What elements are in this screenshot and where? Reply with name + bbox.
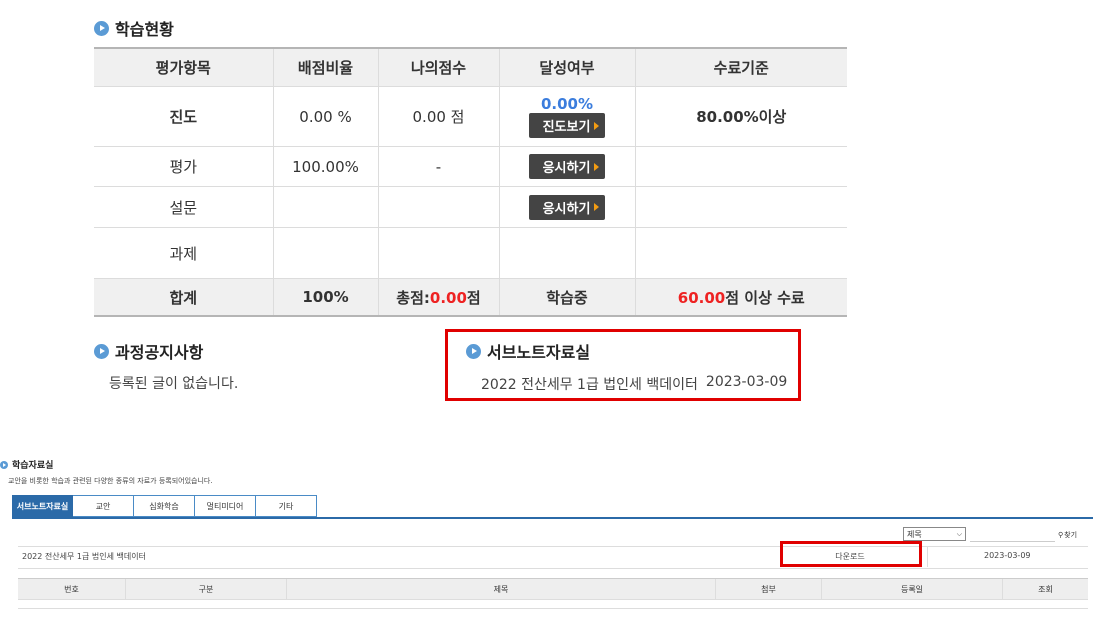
column-title: 제목 [287, 579, 716, 599]
status-title-text: 학습현황 [115, 20, 174, 39]
survey-score [377, 186, 500, 228]
header-criteria: 수료기준 [634, 47, 847, 87]
view-progress-label: 진도보기 [542, 120, 591, 135]
assignment-ratio [272, 227, 379, 279]
tab-etc[interactable]: 기타 [256, 495, 317, 517]
search-button-label: 찾기 [1064, 531, 1078, 539]
library-table-header: 번호 구분 제목 첨부 등록일 조회 [18, 578, 1088, 600]
assignment-achieved [498, 227, 636, 279]
grade-header-row: 평가항목 배점비율 나의점수 달성여부 수료기준 [94, 47, 847, 87]
total-ratio: 100% [272, 278, 379, 317]
header-score: 나의점수 [377, 47, 500, 87]
take-exam-button[interactable]: 응시하기 [528, 154, 606, 179]
column-category: 구분 [126, 579, 287, 599]
total-label: 합계 [94, 278, 274, 317]
tab-advanced[interactable]: 심화학습 [134, 495, 195, 517]
total-score: 총점:0.00점 [377, 278, 500, 317]
tab-subnote[interactable]: 서브노트자료실 [12, 495, 73, 517]
tab-multimedia[interactable]: 멀티미디어 [195, 495, 256, 517]
notice-empty-text: 등록된 글이 없습니다. [109, 376, 239, 392]
survey-achieved-cell: 응시하기 [498, 186, 636, 228]
arrow-right-icon [594, 121, 600, 130]
total-status: 학습중 [498, 278, 636, 317]
evaluation-ratio: 100.00% [272, 146, 379, 187]
search-input[interactable] [970, 527, 1055, 542]
library-empty-row [18, 598, 1088, 609]
play-circle-icon [94, 20, 109, 36]
search-button[interactable]: ⚲ 찾기 [1058, 530, 1077, 540]
arrow-right-icon [594, 162, 600, 171]
library-row-title[interactable]: 2022 전산세무 1급 법인세 백데이터 [22, 551, 146, 562]
total-score-prefix: 총점: [396, 288, 430, 307]
view-progress-button[interactable]: 진도보기 [528, 113, 606, 138]
total-criteria: 60.00점 이상 수료 [634, 278, 847, 317]
play-circle-icon [0, 460, 8, 469]
take-survey-button[interactable]: 응시하기 [528, 194, 606, 220]
library-title-text: 학습자료실 [12, 461, 54, 471]
total-criteria-value: 60.00 [677, 288, 726, 307]
progress-achieved: 0.00% [540, 95, 594, 113]
survey-criteria [634, 186, 847, 228]
search-icon: ⚲ [1058, 531, 1064, 539]
library-description: 교안을 비롯한 학습과 관련된 다양한 종류의 자료가 등록되어있습니다. [8, 477, 213, 485]
evaluation-label: 평가 [94, 146, 274, 187]
column-date: 등록일 [822, 579, 1003, 599]
assignment-label: 과제 [94, 227, 274, 279]
evaluation-criteria [634, 146, 847, 187]
evaluation-score: - [377, 146, 500, 187]
assignment-score [377, 227, 500, 279]
total-score-suffix: 점 [466, 288, 481, 307]
total-row: 합계 100% 총점:0.00점 학습중 60.00점 이상 수료 [94, 278, 847, 317]
total-criteria-suffix: 점 이상 수료 [725, 288, 805, 307]
progress-achieved-cell: 0.00% 진도보기 [498, 86, 636, 147]
library-title: 학습자료실 [0, 458, 53, 471]
assignment-criteria [634, 227, 847, 279]
column-number: 번호 [18, 579, 126, 599]
column-attachment: 첨부 [716, 579, 822, 599]
notice-title-text: 과정공지사항 [115, 343, 204, 362]
evaluation-achieved-cell: 응시하기 [498, 146, 636, 187]
survey-ratio [272, 186, 379, 228]
tab-handout[interactable]: 교안 [73, 495, 134, 517]
progress-ratio: 0.00 % [272, 86, 379, 147]
survey-label: 설문 [94, 186, 274, 228]
library-tabs: 서브노트자료실 교안 심화학습 멀티미디어 기타 [12, 495, 317, 517]
arrow-right-icon [594, 203, 600, 211]
library-row-date: 2023-03-09 [984, 551, 1031, 560]
progress-label: 진도 [94, 86, 274, 147]
header-item: 평가항목 [94, 47, 274, 87]
take-exam-label: 응시하기 [542, 161, 591, 176]
assignment-row: 과제 [94, 227, 847, 279]
take-survey-label: 응시하기 [542, 201, 591, 217]
search-field-value: 제목 [907, 529, 922, 539]
search-field-select[interactable]: 제목 ⌵ [903, 527, 966, 541]
chevron-down-icon: ⌵ [956, 529, 962, 538]
progress-score: 0.00 점 [377, 86, 500, 147]
progress-row: 진도 0.00 % 0.00 점 0.00% 진도보기 80.00%이상 [94, 86, 847, 147]
header-ratio: 배점비율 [272, 47, 379, 87]
column-views: 조회 [1038, 584, 1053, 594]
evaluation-row: 평가 100.00% - 응시하기 [94, 146, 847, 187]
row-divider [927, 546, 928, 567]
total-score-value: 0.00 [429, 288, 467, 307]
progress-criteria: 80.00%이상 [634, 86, 847, 147]
download-highlight-box [780, 541, 922, 567]
highlight-box [445, 329, 801, 401]
notice-section-title: 과정공지사항 [94, 339, 203, 363]
grade-table: 평가항목 배점비율 나의점수 달성여부 수료기준 진도 0.00 % 0.00 … [94, 47, 847, 317]
play-circle-icon [94, 343, 109, 359]
status-section-title: 학습현황 [94, 16, 174, 40]
tab-underline [12, 517, 1093, 519]
survey-row: 설문 응시하기 [94, 186, 847, 228]
header-achieved: 달성여부 [498, 47, 636, 87]
